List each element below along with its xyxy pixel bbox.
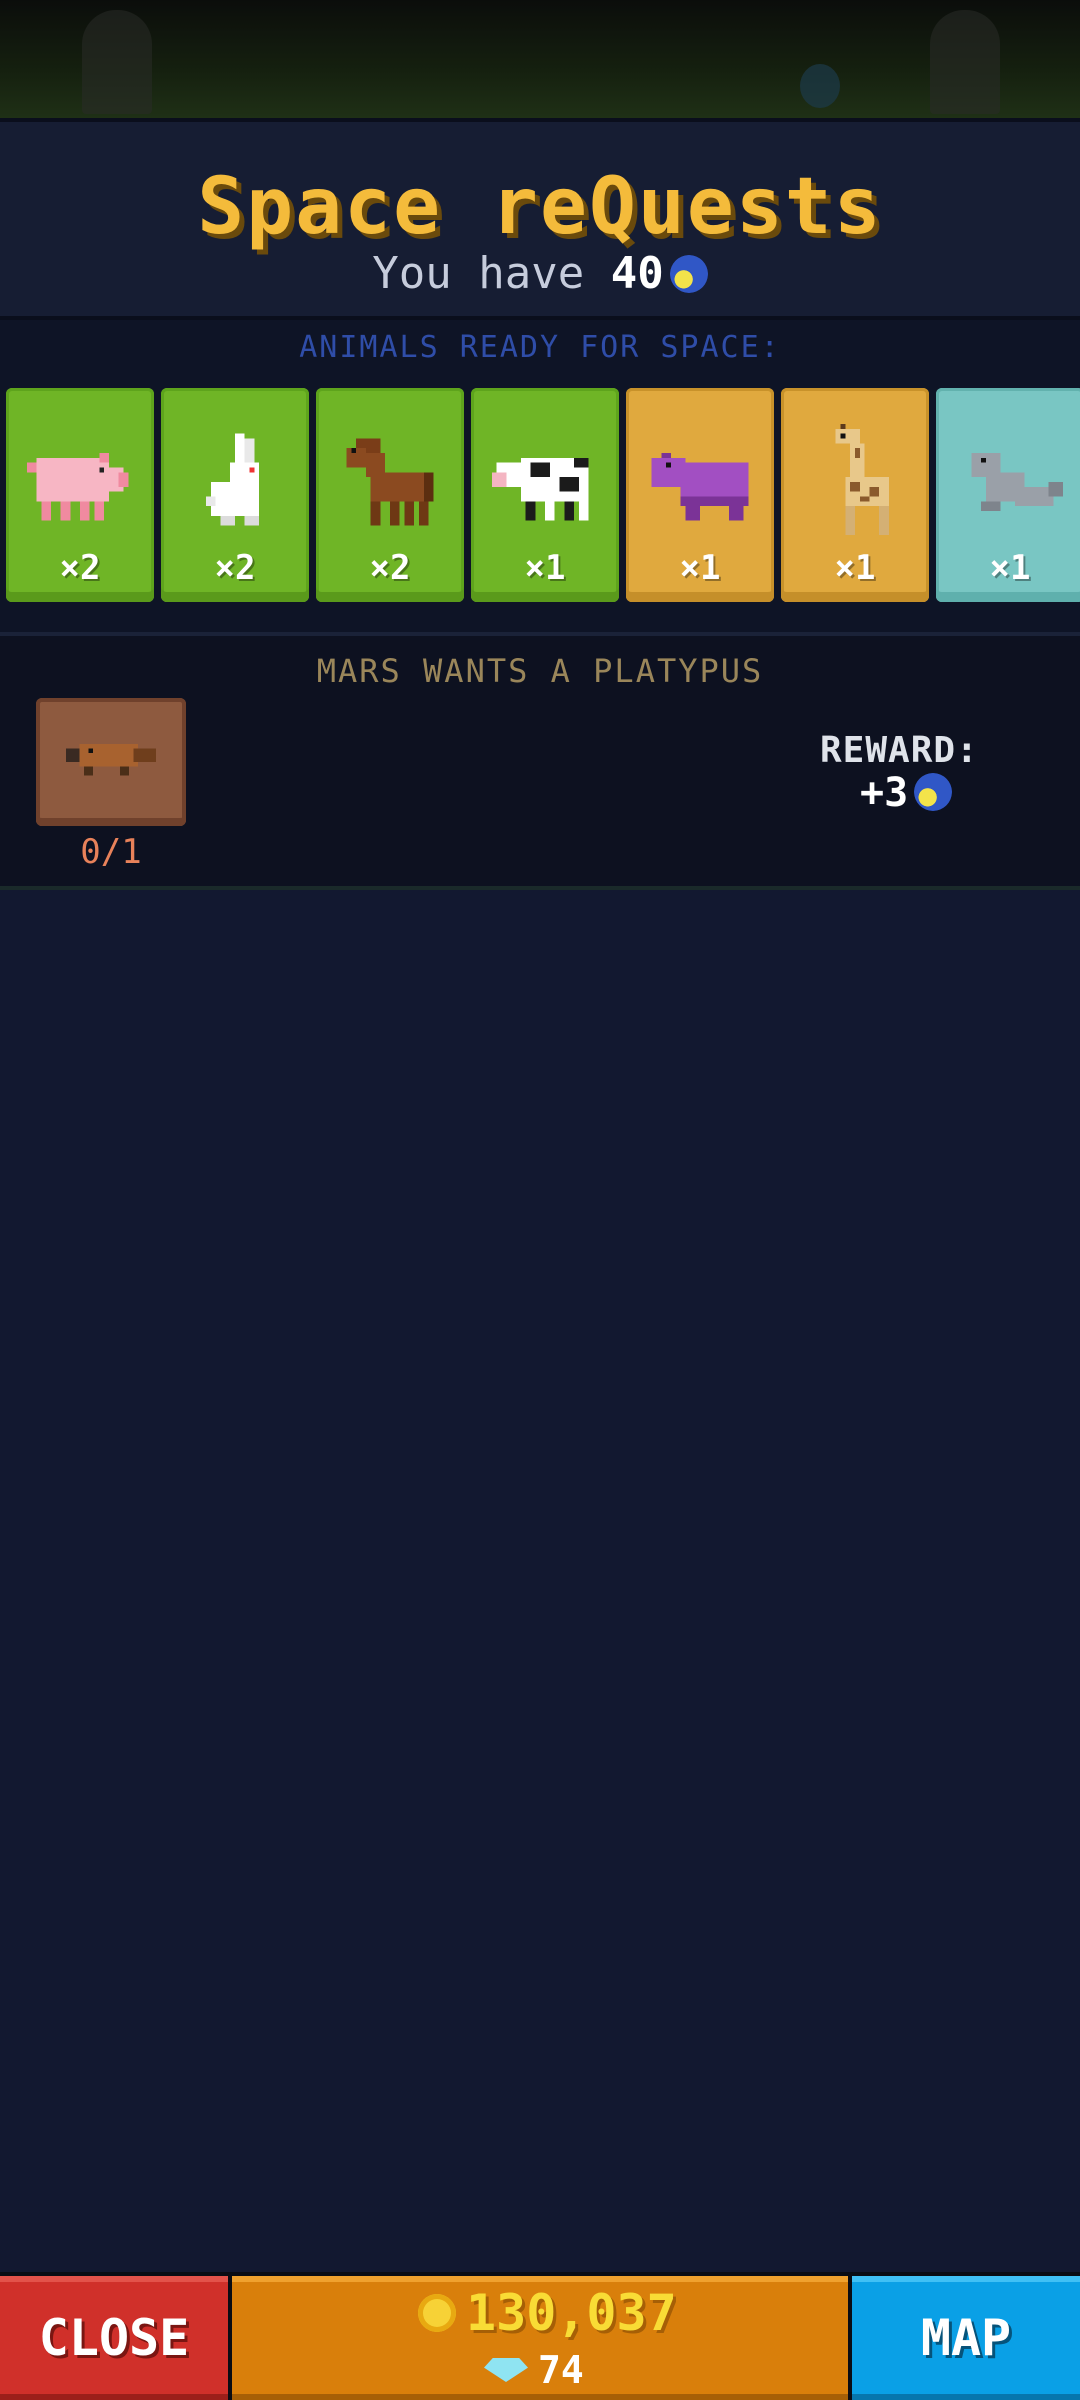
gem-balance: 74: [538, 2348, 584, 2392]
moon-token-icon: [914, 773, 953, 811]
background-silhouette: [930, 10, 1000, 114]
animal-card-cow[interactable]: ×1: [471, 388, 619, 602]
quest-animal-card[interactable]: [36, 698, 186, 826]
reward-value: +3: [860, 770, 953, 816]
seal-icon: [971, 453, 1064, 511]
background-silhouette: [82, 10, 152, 114]
coin-icon: [418, 2294, 456, 2332]
animal-card-pig[interactable]: ×2: [6, 388, 154, 602]
map-button[interactable]: MAP: [852, 2276, 1080, 2400]
animal-count: ×1: [989, 548, 1031, 588]
animal-card-list[interactable]: ×2 ×2 ×2 ×1 ×1 ×1 ×1: [6, 388, 1080, 602]
quest-title: MARS WANTS A PLATYPUS: [316, 652, 764, 690]
platypus-icon: [66, 744, 156, 776]
gem-icon: [484, 2358, 528, 2382]
currency-panel: 130,037 74: [232, 2276, 848, 2400]
animal-count: ×1: [679, 548, 721, 588]
animal-card-horse[interactable]: ×2: [316, 388, 464, 602]
background-object: [800, 64, 840, 108]
reward-label: REWARD:: [820, 730, 979, 771]
animal-count: ×2: [59, 548, 101, 588]
cow-icon: [491, 457, 589, 521]
animal-card-rabbit[interactable]: ×2: [161, 388, 309, 602]
horse-icon: [346, 438, 434, 526]
animal-count: ×1: [834, 548, 876, 588]
animal-card-seal[interactable]: ×1: [936, 388, 1080, 602]
animal-count: ×1: [524, 548, 566, 588]
animal-count: ×2: [369, 548, 411, 588]
balance-value: 40: [610, 248, 664, 299]
page-title: Space reQuests: [197, 162, 883, 252]
animal-card-hippo[interactable]: ×1: [626, 388, 774, 602]
pig-icon: [26, 453, 129, 521]
giraffe-icon: [835, 424, 889, 536]
close-button[interactable]: CLOSE: [0, 2276, 228, 2400]
moon-token-icon: [669, 255, 708, 293]
hippo-icon: [651, 453, 749, 521]
animal-count: ×2: [214, 548, 256, 588]
coin-balance: 130,037: [466, 2284, 677, 2342]
animal-card-giraffe[interactable]: ×1: [781, 388, 929, 602]
rabbit-icon: [206, 433, 260, 526]
balance-line: You have 40: [0, 248, 1080, 299]
quest-progress: 0/1: [80, 832, 142, 872]
reward-amount: +3: [860, 770, 909, 816]
game-world-strip: [0, 0, 1080, 118]
balance-prefix: You have: [372, 248, 585, 299]
ready-label: ANIMALS READY FOR SPACE:: [299, 330, 781, 365]
header: Space reQuests You have 40: [0, 118, 1080, 320]
